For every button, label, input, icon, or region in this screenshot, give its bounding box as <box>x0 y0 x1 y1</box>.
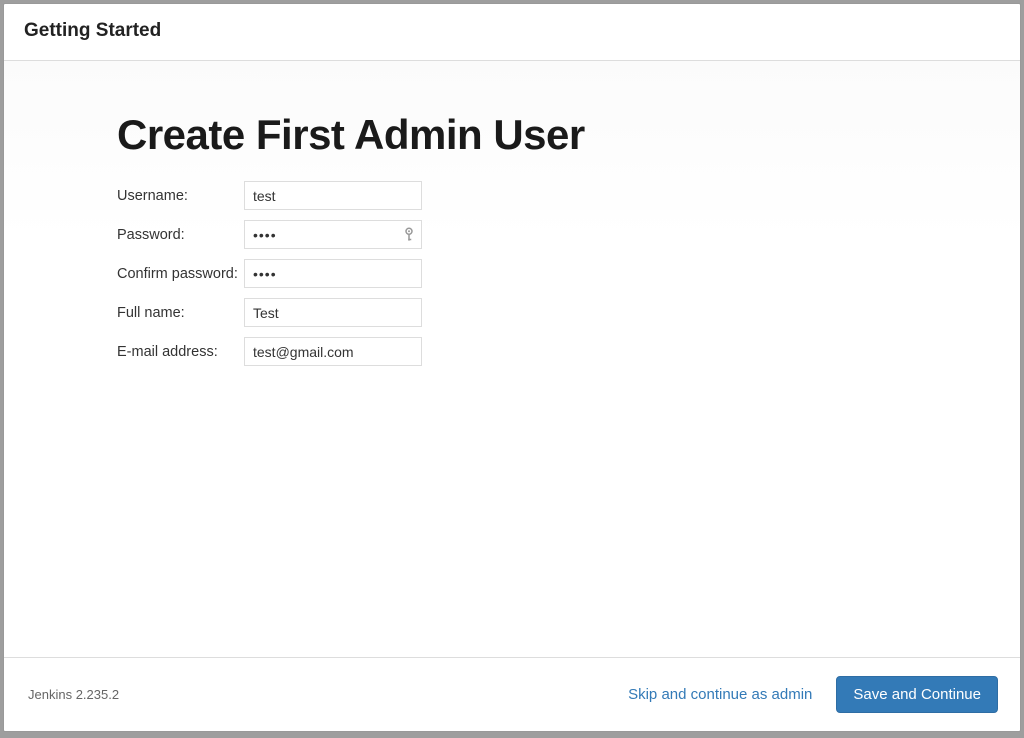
label-username: Username: <box>117 188 244 204</box>
email-input[interactable] <box>244 337 422 366</box>
header: Getting Started <box>4 4 1020 60</box>
label-confirm-password: Confirm password: <box>117 266 244 282</box>
skip-link[interactable]: Skip and continue as admin <box>624 678 816 711</box>
page-title: Create First Admin User <box>117 111 1020 159</box>
row-fullname: Full name: <box>117 298 1020 327</box>
row-email: E-mail address: <box>117 337 1020 366</box>
fullname-input[interactable] <box>244 298 422 327</box>
input-wrap-email <box>244 337 422 366</box>
input-wrap-password <box>244 220 422 249</box>
password-input[interactable] <box>244 220 422 249</box>
save-continue-button[interactable]: Save and Continue <box>836 676 998 713</box>
footer-actions: Skip and continue as admin Save and Cont… <box>624 676 998 713</box>
setup-wizard-window: Getting Started Create First Admin User … <box>3 3 1021 732</box>
input-wrap-confirm <box>244 259 422 288</box>
label-password: Password: <box>117 227 244 243</box>
main-content: Create First Admin User Username: Passwo… <box>4 61 1020 657</box>
row-password: Password: <box>117 220 1020 249</box>
input-wrap-username <box>244 181 422 210</box>
row-username: Username: <box>117 181 1020 210</box>
confirm-password-input[interactable] <box>244 259 422 288</box>
version-label: Jenkins 2.235.2 <box>28 687 119 702</box>
label-email: E-mail address: <box>117 344 244 360</box>
input-wrap-fullname <box>244 298 422 327</box>
row-confirm-password: Confirm password: <box>117 259 1020 288</box>
label-fullname: Full name: <box>117 305 244 321</box>
header-title: Getting Started <box>24 20 1000 42</box>
footer: Jenkins 2.235.2 Skip and continue as adm… <box>4 657 1020 731</box>
username-input[interactable] <box>244 181 422 210</box>
